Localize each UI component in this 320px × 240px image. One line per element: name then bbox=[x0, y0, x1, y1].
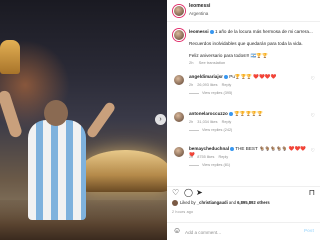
caption-line: 1 año de la locura más hermosa de mi car… bbox=[214, 29, 313, 34]
post-timestamp: 2 hours ago bbox=[172, 210, 194, 214]
stadium bbox=[80, 150, 167, 192]
trophy bbox=[0, 40, 20, 74]
avatar[interactable] bbox=[173, 146, 185, 158]
avatar[interactable] bbox=[173, 5, 185, 17]
post-button[interactable]: Post bbox=[304, 228, 314, 233]
comment-likes[interactable]: 26,093 likes bbox=[197, 83, 217, 87]
avatar[interactable] bbox=[173, 111, 185, 123]
post-photo[interactable]: › bbox=[0, 0, 167, 240]
heart-icon[interactable]: ♡ bbox=[311, 76, 315, 82]
chevron-right-icon[interactable]: › bbox=[155, 114, 166, 125]
caption-line: Recuerdos inolvidables que quedarán para… bbox=[189, 41, 303, 46]
comment-time: 2h bbox=[189, 83, 194, 87]
caption-line: Feliz aniversario para todos!!! 🇦🇷🏆🏆 bbox=[189, 53, 268, 58]
comment: angeldimariajsr Pu🏆🏆🏆 ❤️❤️❤️❤️ 2h 26,093… bbox=[167, 74, 320, 114]
caption-meta: 2h See translation bbox=[189, 60, 225, 65]
player-head bbox=[44, 100, 68, 126]
comment-username[interactable]: bemaycheduchnal bbox=[189, 146, 229, 151]
verified-icon bbox=[223, 74, 228, 79]
avatar[interactable] bbox=[173, 29, 185, 41]
heart-icon[interactable]: ♡ bbox=[311, 148, 315, 154]
comment-text: antonelaroccuzzo 🏆🏆🏆🏆🏆 bbox=[189, 111, 307, 117]
comment-meta: 2h 31,034 likes Reply bbox=[189, 120, 231, 124]
comment-icon[interactable]: ◯ bbox=[184, 188, 193, 197]
comment-username[interactable]: angeldimariajsr bbox=[189, 74, 223, 79]
see-translation-link[interactable]: See translation bbox=[199, 60, 226, 65]
comment-username[interactable]: antonelaroccuzzo bbox=[189, 111, 228, 116]
likes-prefix: Liked by bbox=[180, 200, 196, 206]
reply-button[interactable]: Reply bbox=[218, 155, 228, 159]
heart-icon[interactable]: ♡ bbox=[311, 113, 315, 119]
verified-icon bbox=[228, 111, 233, 116]
view-replies-link[interactable]: View replies (242) bbox=[189, 128, 232, 132]
raised-arm bbox=[85, 100, 117, 140]
share-icon[interactable]: ➤ bbox=[196, 188, 203, 197]
player-jersey bbox=[28, 120, 86, 220]
reply-button[interactable]: Reply bbox=[222, 83, 232, 87]
heart-icon[interactable]: ♡ bbox=[172, 188, 179, 197]
comment-time: 2h bbox=[189, 120, 194, 124]
comment-input[interactable] bbox=[185, 227, 295, 237]
caption-text: leomessi 1 año de la locura más hermosa … bbox=[189, 28, 317, 59]
add-comment-bar: ☺ Post bbox=[167, 222, 320, 240]
verified-icon bbox=[230, 146, 235, 151]
verified-icon bbox=[209, 29, 214, 34]
caption-time: 2h bbox=[189, 60, 194, 65]
post-location[interactable]: Argentina bbox=[189, 11, 208, 16]
comment-text: angeldimariajsr Pu🏆🏆🏆 ❤️❤️❤️❤️ bbox=[189, 74, 307, 80]
comment: bemaycheduchnal THE BEST 🐐🐐🐐🐐🐐 ❤️❤️❤️❤️ … bbox=[167, 146, 320, 186]
comment: antonelaroccuzzo 🏆🏆🏆🏆🏆 2h 31,034 likes R… bbox=[167, 111, 320, 151]
comment-likes[interactable]: 31,034 likes bbox=[197, 120, 217, 124]
likes-joiner: and bbox=[228, 200, 236, 206]
post-side-panel: leomessi Argentina leomessi 1 año de la … bbox=[167, 0, 320, 240]
view-replies-link[interactable]: View replies (395) bbox=[189, 91, 232, 95]
post-username[interactable]: leomessi bbox=[189, 3, 210, 9]
caption-username[interactable]: leomessi bbox=[189, 29, 209, 34]
comment-body: Pu🏆🏆🏆 ❤️❤️❤️❤️ bbox=[229, 74, 277, 79]
likes-count[interactable]: 6,895,892 others bbox=[237, 200, 270, 205]
emoji-icon[interactable]: ☺ bbox=[173, 226, 181, 235]
likes-summary: Liked by _christiangaudi and 6,895,892 o… bbox=[172, 200, 270, 206]
comment-meta: 2h 8755 likes Reply bbox=[189, 155, 228, 159]
reply-button[interactable]: Reply bbox=[222, 120, 232, 124]
comment-body: 🏆🏆🏆🏆🏆 bbox=[234, 111, 263, 116]
comment-meta: 2h 26,093 likes Reply bbox=[189, 83, 231, 87]
avatar[interactable] bbox=[173, 74, 185, 86]
post-actions: ♡ ◯ ➤ ⊓ bbox=[167, 186, 320, 197]
bookmark-icon[interactable]: ⊓ bbox=[309, 188, 315, 197]
liked-by-user[interactable]: _christiangaudi bbox=[197, 200, 228, 205]
comment-likes[interactable]: 8755 likes bbox=[197, 155, 214, 159]
post-header: leomessi Argentina bbox=[167, 0, 320, 22]
avatar[interactable] bbox=[172, 200, 178, 206]
view-replies-link[interactable]: View replies (81) bbox=[189, 163, 230, 167]
comment-time: 2h bbox=[189, 155, 194, 159]
